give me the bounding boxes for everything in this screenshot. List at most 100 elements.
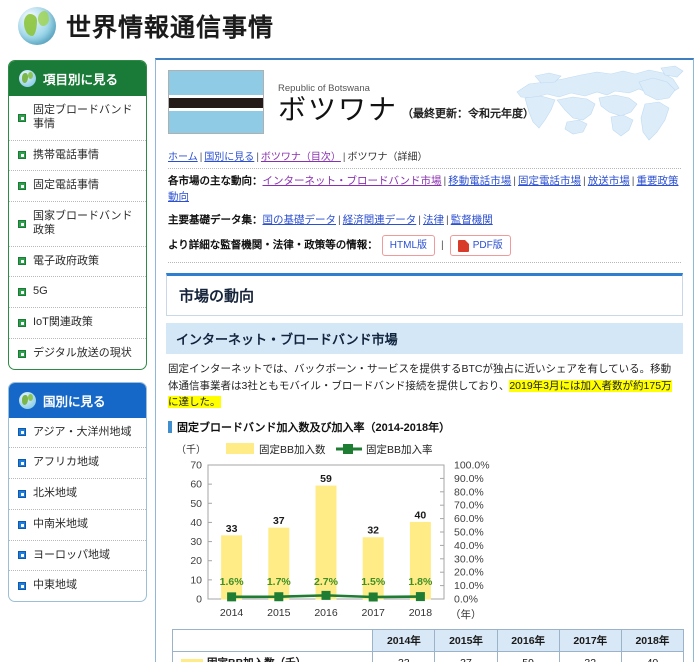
table-row: 固定BB加入数（千） 33 37 59 32 40 bbox=[171, 651, 685, 662]
svg-text:10: 10 bbox=[190, 574, 202, 586]
svg-text:37: 37 bbox=[273, 515, 285, 527]
svg-text:59: 59 bbox=[320, 473, 332, 485]
y-left-unit: （千） bbox=[176, 444, 206, 456]
sidebar-item-label: 固定電話事情 bbox=[33, 179, 99, 192]
detail-separator: | bbox=[441, 238, 444, 251]
sidebar-item-egov-policy[interactable]: 電子政府政策 bbox=[9, 247, 146, 278]
svg-text:50: 50 bbox=[190, 498, 202, 510]
site-banner: 世界情報通信事情 bbox=[0, 0, 700, 52]
sidebar-item-label: 中東地域 bbox=[33, 579, 77, 592]
svg-text:32: 32 bbox=[367, 525, 379, 537]
sidebar-topic-heading: 項目別に見る bbox=[9, 61, 146, 96]
basic-data-links-row: 主要基礎データ集：国の基礎データ | 経済関連データ | 法律 | 監督機関 bbox=[168, 213, 493, 226]
svg-text:50.0%: 50.0% bbox=[454, 527, 484, 539]
breadcrumb-home[interactable]: ホーム bbox=[168, 152, 198, 163]
bullet-icon bbox=[18, 459, 26, 468]
pdf-version-button[interactable]: PDF版 bbox=[449, 235, 511, 257]
sidebar-item-national-broadband-policy[interactable]: 国家ブロードバンド政策 bbox=[9, 202, 146, 247]
link-fixed-phone-market[interactable]: 固定電話市場 bbox=[518, 175, 581, 187]
sidebar-item-label: 5G bbox=[33, 285, 48, 298]
section-title: 市場の動向 bbox=[166, 273, 683, 317]
subsection-title: インターネット・ブロードバンド市場 bbox=[166, 323, 683, 355]
sidebar-item-latin-america[interactable]: 中南米地域 bbox=[9, 510, 146, 541]
html-version-label: HTML版 bbox=[389, 240, 428, 252]
svg-text:2018: 2018 bbox=[409, 607, 433, 619]
broadband-chart: 固定BB加入数 固定BB加入率 （千） 0 10 20 30 40 50 60 70 0.0%… bbox=[166, 439, 683, 627]
link-regulator[interactable]: 監督機関 bbox=[451, 214, 493, 226]
sidebar-item-fixed-phone[interactable]: 固定電話事情 bbox=[9, 171, 146, 202]
market-links-row: 各市場の主な動向：インターネット・ブロードバンド市場 | 移動電話市場 | 固定電話市場… bbox=[168, 175, 679, 203]
breadcrumb-botswana-toc[interactable]: ボツワナ（目次） bbox=[261, 152, 341, 163]
table-col-2017: 2017年 bbox=[558, 629, 622, 653]
table-body: 固定BB加入数（千） 33 37 59 32 40 固定BB加入率 bbox=[171, 651, 685, 662]
sidebar-item-label: デジタル放送の現状 bbox=[33, 346, 132, 359]
pdf-version-label: PDF版 bbox=[472, 240, 503, 252]
sidebar-country-heading-label: 国別に見る bbox=[43, 394, 106, 409]
sidebar-item-label: アジア・大洋州地域 bbox=[33, 425, 132, 438]
sidebar-country-heading: 国別に見る bbox=[9, 382, 146, 418]
breadcrumb-botswana-detail: ボツワナ（詳細） bbox=[347, 152, 428, 163]
chart-heading-label: 固定ブロードバンド加入数及び加入率（2014-2018年） bbox=[177, 422, 451, 435]
link-mobile-phone-market[interactable]: 移動電話市場 bbox=[448, 175, 511, 187]
link-zone: ホーム | 国別に見る | ボツワナ（目次） | ボツワナ（詳細） 各市場の主な動向：インタ… bbox=[156, 148, 693, 269]
x-axis-unit: （年） bbox=[450, 608, 482, 621]
svg-text:33: 33 bbox=[226, 523, 238, 535]
sidebar-item-fixed-broadband[interactable]: 固定ブロードバンド事情 bbox=[9, 96, 146, 141]
line-series bbox=[227, 590, 425, 602]
botswana-flag-icon bbox=[168, 70, 264, 134]
svg-text:0.0%: 0.0% bbox=[454, 594, 478, 606]
country-name-en: Republic of Botswana bbox=[278, 83, 370, 95]
main-layout: 項目別に見る 固定ブロードバンド事情 携帯電話事情 固定電話事情 国家ブロードバ… bbox=[0, 52, 700, 662]
bullet-icon bbox=[18, 318, 26, 327]
link-law[interactable]: 法律 bbox=[423, 214, 444, 226]
sidebar-item-5g[interactable]: 5G bbox=[9, 277, 146, 308]
sidebar-item-iot-policy[interactable]: IoT関連政策 bbox=[9, 308, 146, 339]
breadcrumb-separator: | bbox=[342, 152, 346, 163]
sidebar-item-asia-oceania[interactable]: アジア・大洋州地域 bbox=[9, 418, 146, 449]
sidebar-item-africa[interactable]: アフリカ地域 bbox=[9, 448, 146, 479]
sidebar-item-label: 北米地域 bbox=[33, 487, 77, 499]
svg-text:2017: 2017 bbox=[362, 607, 386, 619]
last-update-note: （最終更新：令和元年度） bbox=[402, 107, 535, 120]
link-internet-broadband-market[interactable]: インターネット・ブロードバンド市場 bbox=[263, 175, 442, 187]
row-label-text: 固定BB加入数（千） bbox=[207, 657, 306, 662]
sidebar-item-digital-broadcast[interactable]: デジタル放送の現状 bbox=[9, 339, 146, 369]
detail-info-row: より詳細な監督機関・法律・政策等の情報： HTML版 | PDF版 bbox=[168, 230, 681, 264]
heading-marker-icon bbox=[168, 421, 172, 434]
bullet-icon bbox=[18, 257, 26, 266]
sidebar-item-label: IoT関連政策 bbox=[33, 316, 93, 328]
bullet-icon bbox=[18, 551, 26, 560]
link-economic-data[interactable]: 経済関連データ bbox=[343, 214, 417, 226]
table-col-2016: 2016年 bbox=[496, 629, 560, 653]
link-broadcast-market[interactable]: 放送市場 bbox=[588, 175, 630, 187]
svg-text:80.0%: 80.0% bbox=[454, 486, 484, 498]
svg-text:2016: 2016 bbox=[314, 607, 338, 619]
breadcrumb-separator: | bbox=[256, 152, 259, 163]
legend-swatch-line bbox=[343, 444, 353, 455]
sidebar-item-mobile-phone[interactable]: 携帯電話事情 bbox=[9, 141, 146, 172]
html-version-button[interactable]: HTML版 bbox=[381, 235, 436, 257]
cell-subscribers-2015: 37 bbox=[434, 651, 498, 662]
breadcrumb-by-country[interactable]: 国別に見る bbox=[204, 152, 254, 163]
svg-text:40: 40 bbox=[190, 517, 202, 529]
bullet-icon bbox=[18, 113, 26, 122]
basic-data-label: 主要基礎データ集： bbox=[168, 213, 263, 226]
svg-text:2.7%: 2.7% bbox=[314, 576, 339, 588]
bullet-icon bbox=[18, 349, 26, 358]
svg-text:1.5%: 1.5% bbox=[361, 576, 386, 588]
link-country-basic-data[interactable]: 国の基礎データ bbox=[263, 214, 337, 226]
bullet-icon bbox=[18, 288, 26, 297]
sidebar-item-middle-east[interactable]: 中東地域 bbox=[9, 571, 146, 601]
table-corner-cell bbox=[171, 629, 374, 653]
sidebar-item-north-america[interactable]: 北米地域 bbox=[9, 479, 146, 510]
bullet-icon bbox=[18, 428, 26, 437]
y-left-ticks: 0 10 20 30 40 50 60 70 bbox=[190, 460, 212, 606]
table-head: 2014年 2015年 2016年 2017年 2018年 bbox=[171, 629, 685, 653]
svg-text:2014: 2014 bbox=[220, 607, 244, 619]
bullet-icon bbox=[18, 520, 26, 529]
sidebar-item-europe[interactable]: ヨーロッパ地域 bbox=[9, 541, 146, 572]
svg-text:20.0%: 20.0% bbox=[454, 567, 484, 579]
cell-subscribers-2017: 32 bbox=[558, 651, 622, 662]
globe-icon bbox=[18, 7, 56, 45]
svg-text:10.0%: 10.0% bbox=[454, 580, 484, 592]
